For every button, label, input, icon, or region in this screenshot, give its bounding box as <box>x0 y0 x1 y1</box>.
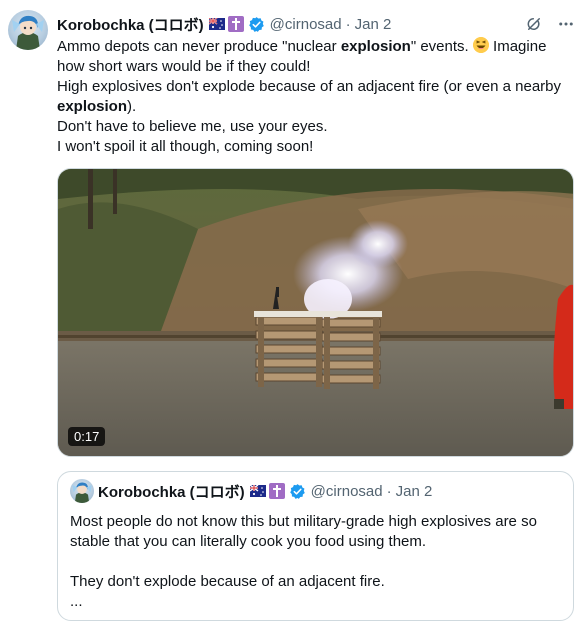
text-span: Ammo depots can never produce "nuclear <box>57 38 341 55</box>
quoted-paragraph: ... <box>70 593 83 610</box>
grok-icon[interactable] <box>525 15 543 33</box>
header-actions <box>525 15 575 33</box>
tweet-header: Korobochka (コロボ) @cirnosad · Jan 2 <box>57 13 575 35</box>
tweet-text: Ammo depots can never produce "nuclear e… <box>57 37 577 157</box>
text-span: High explosives don't explode because of… <box>57 78 562 95</box>
verified-badge-icon <box>289 483 305 499</box>
quoted-tweet-header: Korobochka (コロボ) @cirnosad · Jan 2 <box>70 479 433 503</box>
avatar-image <box>12 15 44 50</box>
video-player[interactable]: 0:17 <box>57 168 574 457</box>
video-thumbnail <box>58 169 573 456</box>
laughing-emoji-icon <box>472 37 489 53</box>
author-avatar[interactable] <box>8 10 48 50</box>
tweet-text-line: Don't have to believe me, use your eyes. <box>57 118 328 135</box>
tweet-text-line: Ammo depots can never produce "nuclear e… <box>57 37 577 77</box>
quoted-tweet-date: Jan 2 <box>395 482 433 500</box>
quoted-paragraph: They don't explode because of an adjacen… <box>70 573 385 590</box>
tweet-text-line: I won't spoil it all though, coming soon… <box>57 138 314 155</box>
cross-badge-icon <box>227 16 244 32</box>
text-span: ). <box>127 98 137 115</box>
highlight-explosion: explosion <box>57 98 128 115</box>
separator-dot: · <box>345 15 351 33</box>
cross-badge-icon <box>268 483 285 499</box>
author-name[interactable]: Korobochka (コロボ) <box>57 14 204 35</box>
highlight-explosion: explosion <box>340 38 411 55</box>
quoted-author-avatar <box>70 479 94 503</box>
tweet-text-line: High explosives don't explode because of… <box>57 77 577 117</box>
text-span: " events. <box>410 38 473 55</box>
verified-badge-icon[interactable] <box>248 16 265 33</box>
quoted-tweet[interactable]: Korobochka (コロボ) @cirnosad · Jan 2 Most … <box>57 471 574 621</box>
quoted-author-handle: @cirnosad <box>310 482 383 500</box>
australia-flag-icon <box>208 18 225 30</box>
video-duration: 0:17 <box>68 427 106 446</box>
tweet-date[interactable]: Jan 2 <box>355 16 392 33</box>
author-handle[interactable]: @cirnosad <box>270 16 342 33</box>
quoted-paragraph: Most people do not know this but militar… <box>70 513 537 550</box>
quoted-tweet-text: Most people do not know this but militar… <box>70 512 565 612</box>
australia-flag-icon <box>249 485 266 497</box>
more-icon[interactable] <box>557 15 575 33</box>
avatar-image <box>72 482 92 503</box>
separator-dot: · <box>386 482 392 500</box>
quoted-author-name: Korobochka (コロボ) <box>98 483 245 501</box>
